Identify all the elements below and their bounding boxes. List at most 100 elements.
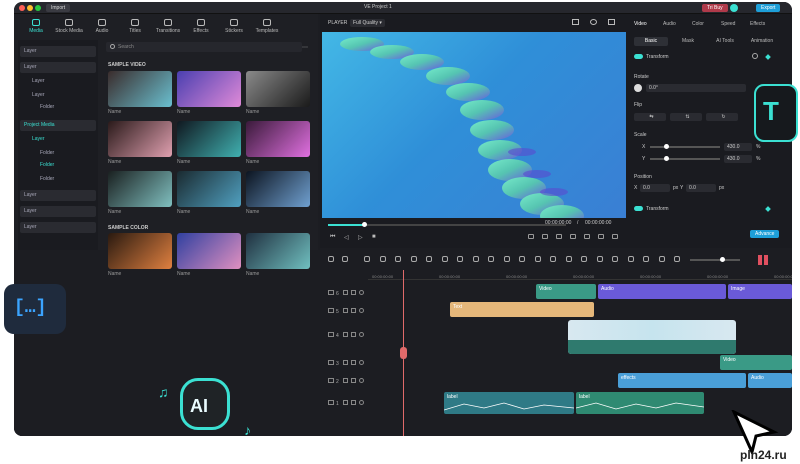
mute-icon[interactable] (350, 400, 356, 405)
video-thumbnail[interactable] (108, 71, 172, 107)
tree-item[interactable]: Layer (20, 222, 96, 233)
voice-icon[interactable] (627, 256, 634, 262)
inspector-tab-speed[interactable]: Speed (721, 21, 735, 27)
text-tool-icon[interactable] (596, 256, 603, 262)
keyframe-tool-icon[interactable] (519, 256, 525, 262)
color-icon[interactable] (488, 256, 494, 262)
tree-item[interactable]: Layer (20, 76, 96, 87)
advance-button[interactable]: Advance (750, 230, 780, 238)
volume-icon[interactable] (584, 234, 590, 239)
color-thumbnail[interactable] (246, 233, 310, 269)
tree-item[interactable]: Layer (20, 90, 96, 101)
motion-icon[interactable] (534, 256, 541, 262)
mute-icon[interactable] (350, 360, 356, 365)
tree-item[interactable]: Folder (20, 102, 96, 113)
search-bar[interactable]: Search (106, 42, 302, 52)
tree-item[interactable]: Folder (20, 174, 96, 185)
image-clip[interactable]: Image (728, 284, 792, 299)
search-input[interactable]: Search (118, 44, 134, 50)
tool-tab-audio[interactable]: Audio (88, 18, 116, 38)
camera-icon[interactable] (570, 234, 576, 239)
video-thumbnail[interactable] (177, 71, 241, 107)
zoom-slider[interactable] (690, 257, 740, 262)
speed-icon[interactable] (457, 256, 463, 262)
mute-icon[interactable] (350, 290, 356, 295)
mute-icon[interactable] (350, 308, 356, 313)
inspector-subtab-mask[interactable]: Mask (671, 37, 705, 46)
eye-icon[interactable] (358, 378, 364, 383)
color-thumbnail[interactable] (108, 233, 172, 269)
tool-tab-stock-media[interactable]: Stock Media (55, 18, 83, 38)
playhead-handle[interactable] (362, 222, 367, 227)
marker-icon[interactable] (441, 256, 448, 262)
layout-icon[interactable] (608, 19, 615, 25)
label-clip-2[interactable]: label (576, 392, 704, 414)
inspector-tab-effects[interactable]: Effects (750, 21, 765, 27)
mute-icon[interactable] (350, 332, 356, 337)
audio-clip-1[interactable]: Audio (598, 284, 726, 299)
inspector-subtab-ai-tools[interactable]: AI Tools (708, 37, 742, 46)
video-thumbnail[interactable] (108, 121, 172, 157)
eye-icon[interactable] (358, 400, 364, 405)
inspector-tab-video[interactable]: Video (634, 21, 647, 27)
video-thumbnail[interactable] (177, 121, 241, 157)
lock-icon[interactable] (342, 308, 348, 313)
inspector-tab-audio[interactable]: Audio (663, 21, 676, 27)
fullscreen-icon[interactable] (612, 234, 618, 239)
export-button[interactable]: Export (756, 4, 781, 12)
mask-icon[interactable] (550, 256, 556, 262)
lock-icon[interactable] (342, 378, 348, 383)
playback-progress[interactable] (328, 222, 566, 227)
scale-y-slider[interactable] (650, 156, 720, 161)
tree-item[interactable]: Layer (20, 190, 96, 201)
zoom-out-icon[interactable] (658, 256, 665, 262)
tool-tab-effects[interactable]: Effects (187, 18, 215, 38)
lock-icon[interactable] (342, 290, 348, 295)
crop-zoom-icon[interactable] (472, 256, 479, 262)
video-thumbnail[interactable] (246, 171, 310, 207)
avatar[interactable] (730, 4, 738, 12)
screen-icon[interactable] (556, 234, 562, 239)
mark-out-icon[interactable] (542, 234, 548, 239)
tool-tab-stickers[interactable]: Stickers (220, 18, 248, 38)
close-window-button[interactable] (19, 5, 25, 11)
effects-tool-icon[interactable] (565, 256, 572, 262)
text-clip[interactable]: Text (450, 302, 594, 317)
trim-icon[interactable] (426, 256, 432, 262)
record-icon[interactable] (612, 256, 618, 262)
transform-toggle[interactable] (634, 54, 643, 59)
video-thumbnail[interactable] (246, 71, 310, 107)
reset-icon[interactable] (752, 53, 758, 59)
rotate-90-button[interactable]: ↻ (706, 113, 738, 121)
minimize-window-button[interactable] (27, 5, 33, 11)
flip-horizontal-button[interactable]: ⇆ (634, 113, 666, 121)
flip-vertical-button[interactable]: ⇅ (670, 113, 702, 121)
lock-icon[interactable] (342, 332, 348, 337)
audio-clip-2[interactable]: Audio (748, 373, 792, 388)
video-thumbnail[interactable] (108, 171, 172, 207)
scale-x-slider[interactable] (650, 144, 720, 149)
zoom-in-icon[interactable] (674, 256, 680, 262)
skip-back-icon[interactable]: ⏮ (330, 234, 335, 241)
split-icon[interactable] (410, 256, 417, 262)
rotate-dial[interactable] (634, 84, 642, 92)
label-clip-1[interactable]: label (444, 392, 574, 414)
settings-icon[interactable] (598, 234, 604, 239)
inspector-tab-color[interactable]: Color (692, 21, 704, 27)
pos-y-field[interactable]: 0.0 (686, 184, 716, 192)
delete-icon[interactable] (395, 256, 401, 262)
tree-item[interactable]: Layer (20, 134, 96, 145)
tool-tab-titles[interactable]: Titles (121, 18, 149, 38)
video-thumbnail[interactable] (246, 121, 310, 157)
more-options-icon[interactable]: ⋯ (302, 44, 308, 51)
snapshot-icon[interactable] (572, 19, 579, 25)
audio-icon[interactable] (503, 256, 510, 262)
play-icon[interactable]: ▷ (358, 234, 363, 241)
inspector-subtab-basic[interactable]: Basic (634, 37, 668, 46)
rotate-field[interactable]: 0.0° (646, 84, 746, 92)
tree-item[interactable]: Layer (20, 46, 96, 57)
mute-icon[interactable] (350, 378, 356, 383)
play-back-icon[interactable]: ◁ (344, 234, 349, 241)
select-icon[interactable] (328, 256, 334, 262)
quality-select[interactable]: Full Quality ▾ (350, 19, 385, 27)
